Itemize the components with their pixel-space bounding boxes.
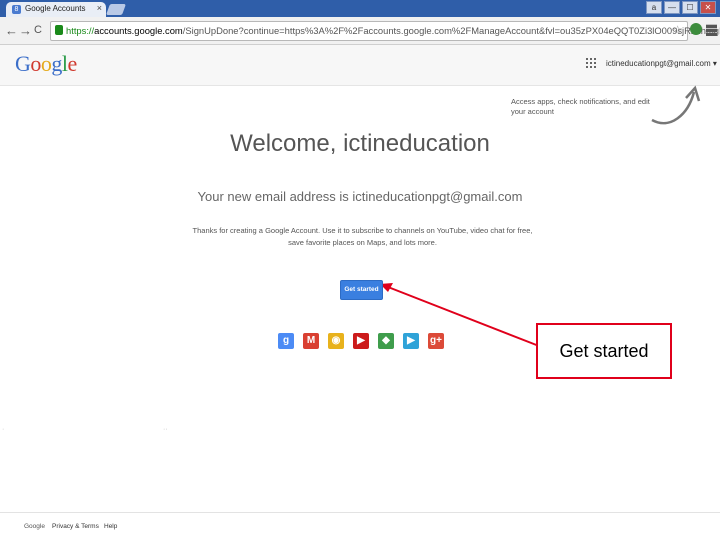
lock-icon (55, 25, 63, 35)
google-plus-red-icon[interactable]: g+ (428, 333, 444, 349)
maps-icon[interactable]: ◆ (378, 333, 394, 349)
address-bar[interactable]: https://accounts.google.com/SignUpDone?c… (50, 21, 720, 41)
logo-letter: G (15, 51, 31, 76)
tab-close-icon[interactable]: × (97, 3, 102, 13)
logo-letter: o (30, 51, 41, 76)
chrome-icon[interactable]: ◉ (328, 333, 344, 349)
account-hint-text: Access apps, check notifications, and ed… (511, 97, 650, 116)
account-description: Thanks for creating a Google Account. Us… (192, 226, 533, 247)
page-footer: Google Privacy & Terms Help (0, 512, 720, 541)
apps-grid-icon[interactable] (586, 58, 596, 68)
account-email-menu[interactable]: ictineducationpgt@gmail.com ▾ (606, 59, 717, 68)
back-button[interactable]: ← (5, 23, 18, 38)
extension-icon[interactable] (690, 23, 702, 35)
url-text: https://accounts.google.com/SignUpDone?c… (66, 25, 720, 36)
new-email-text: Your new email address is ictineducation… (197, 189, 523, 204)
logo-letter: e (67, 51, 78, 76)
google-services-row: g M ◉ ▶ ◆ ▶ g+ (278, 333, 444, 349)
gmail-icon[interactable]: M (303, 333, 319, 349)
maximize-button[interactable]: ☐ (682, 1, 698, 14)
play-store-icon[interactable]: ▶ (403, 333, 419, 349)
logo-letter: g (51, 51, 62, 76)
browser-tab-strip: 8 Google Accounts × a — ☐ ✕ (0, 0, 720, 17)
browser-toolbar: ← → C https://accounts.google.com/SignUp… (0, 17, 720, 45)
get-started-callout: Get started (536, 323, 672, 379)
tab-favicon-icon: 8 (12, 5, 21, 14)
logo-letter: o (40, 51, 52, 76)
youtube-icon[interactable]: ▶ (353, 333, 369, 349)
tab-title: Google Accounts (25, 4, 86, 13)
welcome-heading: Welcome, ictineducation (230, 130, 490, 157)
minimize-button[interactable]: — (664, 1, 680, 14)
google-logo[interactable]: Google (15, 51, 77, 77)
close-window-button[interactable]: ✕ (700, 1, 716, 14)
browser-tab[interactable]: 8 Google Accounts × (6, 2, 106, 17)
get-started-button[interactable]: Get started (340, 280, 383, 300)
reload-button[interactable]: C (34, 24, 42, 36)
new-tab-button[interactable] (105, 4, 127, 15)
bookmark-star-icon[interactable]: ☆ (672, 23, 683, 37)
footer-google-link[interactable]: Google (24, 523, 45, 530)
google-plus-icon[interactable]: g (278, 333, 294, 349)
forward-button[interactable]: → (19, 23, 32, 38)
user-profile-button[interactable]: a (646, 1, 662, 14)
page-dot: ·· (163, 426, 168, 433)
chrome-menu-icon[interactable]: ▬ ▬ ▬ (706, 20, 717, 39)
url-path: /SignUpDone?continue=https%3A%2F%2Faccou… (182, 25, 720, 36)
google-header: Google ictineducationpgt@gmail.com ▾ (0, 45, 720, 86)
url-host: accounts.google.com (94, 25, 183, 36)
footer-privacy-terms-link[interactable]: Privacy & Terms (52, 523, 99, 530)
page-dot: · (2, 426, 5, 433)
url-scheme: https:// (66, 25, 95, 36)
footer-help-link[interactable]: Help (104, 523, 117, 530)
